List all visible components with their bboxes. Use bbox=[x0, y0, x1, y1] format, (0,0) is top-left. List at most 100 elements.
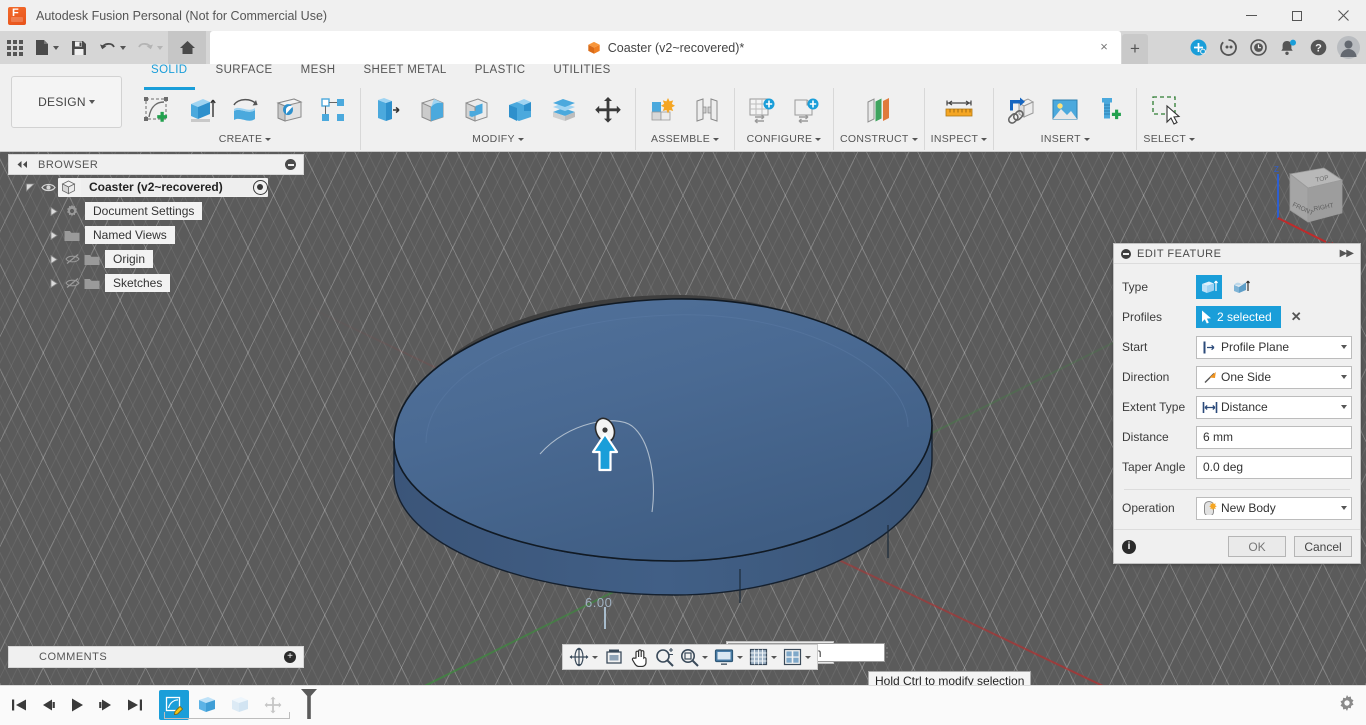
zoom-button[interactable] bbox=[652, 645, 677, 669]
go-to-beginning-button[interactable] bbox=[6, 690, 32, 720]
job-status-button[interactable] bbox=[1214, 34, 1242, 62]
panel-inspect-label[interactable]: INSPECT bbox=[931, 132, 988, 146]
panel-select-label[interactable]: SELECT bbox=[1143, 132, 1196, 146]
document-tab[interactable]: Coaster (v2~recovered)* × bbox=[210, 31, 1121, 64]
step-forward-button[interactable] bbox=[93, 690, 119, 720]
joint-button[interactable] bbox=[686, 90, 728, 130]
direction-dropdown[interactable]: One Side bbox=[1196, 365, 1352, 389]
info-icon[interactable]: i bbox=[1122, 539, 1136, 554]
fillet-button[interactable] bbox=[411, 90, 453, 130]
browser-item-sketches[interactable]: Sketches bbox=[8, 271, 304, 295]
configure-table-button[interactable] bbox=[741, 90, 783, 130]
chevron-down-icon[interactable] bbox=[771, 655, 777, 659]
chevron-down-icon[interactable] bbox=[805, 655, 811, 659]
tab-utilities[interactable]: UTILITIES bbox=[539, 64, 624, 86]
twisty-expanded-icon[interactable] bbox=[22, 183, 38, 192]
double-chevron-right-icon[interactable]: ▶▶ bbox=[1340, 248, 1354, 259]
extension-manager-button[interactable] bbox=[1184, 34, 1212, 62]
pattern-button[interactable] bbox=[312, 90, 354, 130]
collapse-left-icon[interactable] bbox=[16, 160, 29, 169]
activate-radio-icon[interactable] bbox=[252, 179, 268, 195]
configure-part-button[interactable] bbox=[785, 90, 827, 130]
measure-button[interactable] bbox=[938, 90, 980, 130]
help-button[interactable]: ? bbox=[1304, 34, 1332, 62]
notifications-button[interactable] bbox=[1274, 34, 1302, 62]
browser-item-origin[interactable]: Origin bbox=[8, 247, 304, 271]
browser-item-document-settings[interactable]: Document Settings bbox=[8, 199, 304, 223]
tab-surface[interactable]: SURFACE bbox=[202, 64, 287, 86]
chevron-down-icon[interactable] bbox=[592, 655, 598, 659]
close-button[interactable] bbox=[1320, 0, 1366, 31]
tab-sheet-metal[interactable]: SHEET METAL bbox=[349, 64, 460, 86]
panel-insert-label[interactable]: INSERT bbox=[1041, 132, 1090, 146]
insert-derive-button[interactable] bbox=[1000, 90, 1042, 130]
grid-snaps-button[interactable] bbox=[746, 645, 780, 669]
combine-button[interactable] bbox=[499, 90, 541, 130]
minus-circle-icon[interactable] bbox=[285, 159, 296, 170]
twisty-collapsed-icon[interactable] bbox=[46, 206, 62, 216]
minimize-button[interactable] bbox=[1228, 0, 1274, 31]
extrude-edge-icon[interactable] bbox=[1228, 275, 1254, 299]
apps-grid-button[interactable] bbox=[0, 31, 30, 64]
maximize-button[interactable] bbox=[1274, 0, 1320, 31]
twisty-collapsed-icon[interactable] bbox=[46, 278, 62, 288]
browser-root-node[interactable]: Coaster (v2~recovered) bbox=[8, 175, 304, 199]
go-to-end-button[interactable] bbox=[122, 690, 148, 720]
cancel-button[interactable]: Cancel bbox=[1294, 536, 1352, 557]
tab-mesh[interactable]: MESH bbox=[287, 64, 350, 86]
split-face-button[interactable] bbox=[543, 90, 585, 130]
revolve-button[interactable] bbox=[224, 90, 266, 130]
settings-gear-button[interactable] bbox=[1338, 694, 1356, 715]
redo-button[interactable] bbox=[131, 31, 168, 64]
timeline-marker-icon[interactable] bbox=[298, 688, 320, 723]
ok-button[interactable]: OK bbox=[1228, 536, 1286, 557]
display-settings-button[interactable] bbox=[711, 645, 746, 669]
input-options-icon[interactable] bbox=[886, 647, 888, 658]
twisty-collapsed-icon[interactable] bbox=[46, 230, 62, 240]
start-dropdown[interactable]: Profile Plane bbox=[1196, 335, 1352, 359]
orbit-button[interactable] bbox=[566, 645, 601, 669]
zoom-window-button[interactable] bbox=[677, 645, 711, 669]
eye-visible-icon[interactable] bbox=[38, 182, 58, 193]
view-cube[interactable]: TOP FRONT RIGHT Z X bbox=[1262, 160, 1354, 252]
plus-circle-icon[interactable]: + bbox=[284, 651, 296, 663]
move-copy-button[interactable] bbox=[587, 90, 629, 130]
panel-create-label[interactable]: CREATE bbox=[219, 132, 272, 146]
select-window-button[interactable] bbox=[1143, 90, 1195, 130]
create-sketch-button[interactable] bbox=[136, 90, 178, 130]
browser-item-named-views[interactable]: Named Views bbox=[8, 223, 304, 247]
step-back-button[interactable] bbox=[35, 690, 61, 720]
panel-assemble-label[interactable]: ASSEMBLE bbox=[651, 132, 719, 146]
chevron-down-icon[interactable] bbox=[737, 655, 743, 659]
collapse-left-icon[interactable] bbox=[16, 653, 29, 662]
new-component-button[interactable] bbox=[642, 90, 684, 130]
distance-field[interactable]: 6 mm bbox=[1196, 425, 1352, 449]
taper-angle-field[interactable]: 0.0 deg bbox=[1196, 455, 1352, 479]
profiles-selection-chip[interactable]: 2 selected bbox=[1196, 306, 1281, 328]
browser-header[interactable]: BROWSER bbox=[8, 154, 304, 175]
save-button[interactable] bbox=[64, 31, 94, 64]
dialog-header[interactable]: EDIT FEATURE ▶▶ bbox=[1114, 244, 1360, 264]
clear-selection-button[interactable]: ✕ bbox=[1291, 309, 1302, 325]
extrude-profile-icon[interactable] bbox=[1196, 275, 1222, 299]
tab-plastic[interactable]: PLASTIC bbox=[461, 64, 540, 86]
eye-hidden-icon[interactable] bbox=[62, 277, 82, 289]
operation-dropdown[interactable]: New Body bbox=[1196, 496, 1352, 520]
new-tab-button[interactable]: + bbox=[1122, 34, 1148, 64]
play-button[interactable] bbox=[64, 690, 90, 720]
document-tab-close[interactable]: × bbox=[1097, 40, 1111, 54]
insert-mcmaster-button[interactable] bbox=[1088, 90, 1130, 130]
insert-canvas-button[interactable] bbox=[1044, 90, 1086, 130]
look-at-button[interactable] bbox=[601, 645, 627, 669]
sweep-button[interactable] bbox=[268, 90, 310, 130]
extrude-manipulator[interactable] bbox=[520, 392, 740, 522]
panel-configure-label[interactable]: CONFIGURE bbox=[747, 132, 822, 146]
undo-button[interactable] bbox=[94, 31, 131, 64]
panel-modify-label[interactable]: MODIFY bbox=[472, 132, 524, 146]
tab-solid[interactable]: SOLID bbox=[137, 64, 202, 90]
account-avatar[interactable] bbox=[1334, 34, 1362, 62]
comments-panel[interactable]: COMMENTS + bbox=[8, 646, 304, 668]
home-button[interactable] bbox=[168, 31, 206, 64]
new-file-button[interactable] bbox=[30, 31, 64, 64]
offset-plane-button[interactable] bbox=[858, 90, 900, 130]
